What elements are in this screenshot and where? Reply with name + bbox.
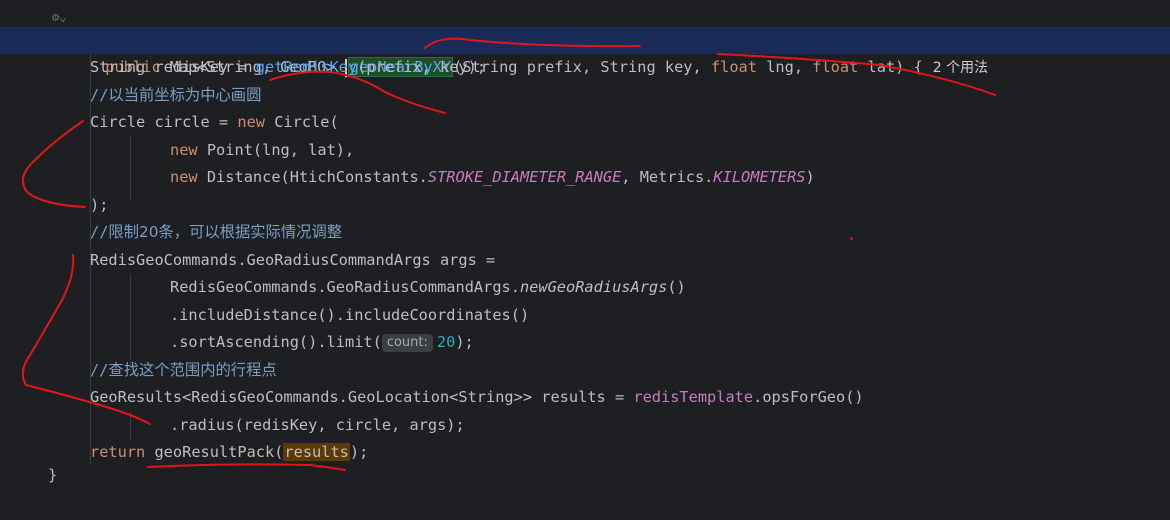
static-method-call[interactable]: newGeoRadiusArgs <box>520 278 667 296</box>
code-text: .includeDistance().includeCoordinates() <box>170 306 530 324</box>
code-line[interactable]: String redisKey = getRedisKey(prefix, ke… <box>0 54 1170 81</box>
code-line[interactable]: RedisGeoCommands.GeoRadiusCommandArgs.ne… <box>0 274 1170 301</box>
code-text: ); <box>455 333 474 351</box>
comment-text: 以当前坐标为中心画圆 <box>108 86 262 104</box>
code-text: , Metrics. <box>621 168 714 186</box>
comment-text: 限制20条，可以根据实际情况调整 <box>108 223 343 241</box>
number-literal: 20 <box>436 333 456 351</box>
highlighted-variable[interactable]: results <box>283 443 350 461</box>
code-text: .radius(redisKey, circle, args); <box>170 416 465 434</box>
code-line[interactable]: new Point(lng, lat), <box>0 137 1170 164</box>
code-text: RedisGeoCommands.GeoRadiusCommandArgs. <box>170 278 520 296</box>
method-call[interactable]: getRedisKey <box>256 58 357 76</box>
code-line-method-signature[interactable]: public Map<String, GeoBO> geoNearByXY (St… <box>0 27 1170 77</box>
constant[interactable]: KILOMETERS <box>713 168 805 186</box>
code-text: (prefix, key); <box>357 58 487 76</box>
code-comment[interactable]: //查找这个范围内的行程点 <box>0 357 1170 384</box>
code-line[interactable]: .radius(redisKey, circle, args); <box>0 412 1170 439</box>
code-line[interactable]: new Distance(HtichConstants.STROKE_DIAME… <box>0 164 1170 191</box>
code-text: ); <box>90 196 109 214</box>
code-text: geoResultPack( <box>145 443 284 461</box>
code-line[interactable]: ); <box>0 192 1170 219</box>
code-text: GeoResults<RedisGeoCommands.GeoLocation<… <box>90 388 634 406</box>
code-text: Distance(HtichConstants. <box>197 168 428 186</box>
comment-slashes: // <box>90 86 109 104</box>
constant[interactable]: STROKE_DIAMETER_RANGE <box>428 168 621 186</box>
code-text: Point(lng, lat), <box>197 141 355 159</box>
code-comment[interactable]: //限制20条，可以根据实际情况调整 <box>0 219 1170 246</box>
code-text: ) <box>805 168 815 186</box>
code-text: ); <box>349 443 369 461</box>
closing-brace: } <box>48 466 58 484</box>
fold-chevron-icon[interactable]: ⚙⌄ <box>52 10 66 24</box>
keyword: new <box>170 141 198 159</box>
code-comment[interactable]: //以当前坐标为中心画圆 <box>0 82 1170 109</box>
parameter-inlay-hint: count: <box>381 333 433 352</box>
code-text: .sortAscending().limit( <box>170 333 382 351</box>
comment-slashes: // <box>90 361 109 379</box>
code-line[interactable]: .includeDistance().includeCoordinates() <box>0 302 1170 329</box>
code-text: Circle circle = <box>90 113 238 131</box>
code-text: Circle( <box>265 113 339 131</box>
keyword: new <box>170 168 198 186</box>
comment-slashes: // <box>90 223 109 241</box>
code-editor[interactable]: ⚙⌄ public Map<String, GeoBO> geoNearByXY… <box>0 0 1170 484</box>
code-text: RedisGeoCommands.GeoRadiusCommandArgs ar… <box>90 251 496 269</box>
code-line[interactable]: Circle circle = new Circle( <box>0 109 1170 136</box>
code-line[interactable]: return geoResultPack(results); <box>0 439 1170 466</box>
code-text: () <box>667 278 686 296</box>
field-reference[interactable]: redisTemplate <box>633 388 753 406</box>
code-text: String redisKey = <box>90 58 256 76</box>
code-line[interactable]: .sortAscending().limit(count: 20); <box>0 329 1170 356</box>
code-line[interactable]: GeoResults<RedisGeoCommands.GeoLocation<… <box>0 384 1170 411</box>
keyword: new <box>237 113 265 131</box>
keyword: return <box>90 443 146 461</box>
code-line[interactable]: RedisGeoCommands.GeoRadiusCommandArgs ar… <box>0 247 1170 274</box>
comment-text: 查找这个范围内的行程点 <box>108 361 277 379</box>
code-text: .opsForGeo() <box>753 388 864 406</box>
